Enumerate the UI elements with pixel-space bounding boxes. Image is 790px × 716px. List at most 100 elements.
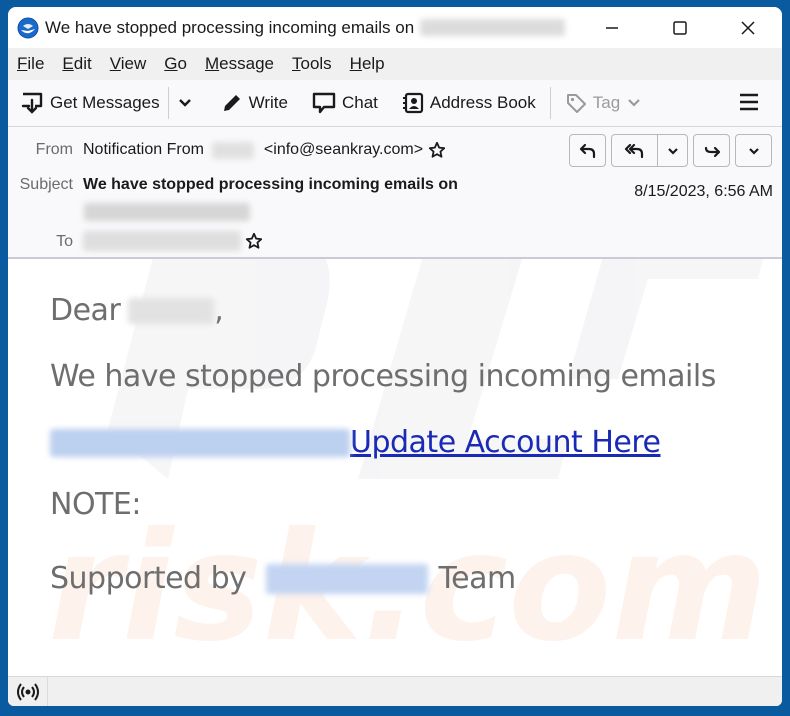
signature-line: Supported by Team [50, 561, 516, 596]
menu-view[interactable]: View [110, 54, 147, 74]
tag-label: Tag [592, 93, 621, 112]
message-body: risk.com Dear , We have stopped processi… [8, 259, 782, 676]
subject-text: We have stopped processing incoming emai… [83, 176, 458, 194]
message-line: We have stopped processing incoming emai… [50, 359, 716, 394]
reply-all-icon [624, 143, 643, 158]
reply-all-dropdown[interactable] [658, 135, 687, 166]
menu-edit-accel: E [62, 54, 74, 73]
get-messages-button[interactable]: Get Messages [20, 85, 160, 121]
note-text: NOTE: [50, 487, 141, 522]
email-window: We have stopped processing incoming emai… [8, 7, 782, 706]
address-book-icon [402, 92, 423, 114]
greeting-text: Dear [50, 293, 121, 328]
subject-value: We have stopped processing incoming emai… [83, 176, 458, 193]
from-name: Notification From [83, 141, 204, 158]
get-messages-dropdown[interactable] [177, 85, 199, 121]
menu-go-label: o [177, 54, 187, 73]
menu-file[interactable]: File [17, 54, 44, 74]
menu-view-accel: V [109, 54, 121, 73]
to-field[interactable] [83, 231, 263, 251]
star-icon[interactable] [428, 141, 446, 159]
toolbar-separator [167, 87, 169, 119]
reply-icon [579, 143, 595, 158]
close-button[interactable] [714, 7, 782, 48]
menu-message-accel: M [204, 54, 220, 73]
menu-go-accel: G [164, 54, 178, 73]
from-label: From [35, 141, 73, 158]
link-line: Update Account Here [50, 425, 661, 460]
chat-label: Chat [341, 93, 378, 112]
close-icon [741, 20, 755, 35]
star-icon[interactable] [245, 232, 263, 250]
message-actions [564, 134, 772, 167]
message-text: We have stopped processing incoming emai… [50, 359, 716, 394]
menu-file-label: ile [27, 54, 45, 73]
window-title: We have stopped processing incoming emai… [45, 17, 415, 37]
message-header: From Notification From <info@seankray.co… [8, 127, 782, 259]
menu-file-accel: F [17, 54, 28, 73]
redacted-domain-link [50, 428, 350, 457]
menu-view-label: iew [120, 54, 147, 73]
broadcast-icon [16, 682, 39, 701]
tag-icon [566, 94, 586, 113]
write-button[interactable]: Write [221, 85, 288, 121]
redacted-title-domain [420, 19, 566, 36]
get-messages-label: Get Messages [50, 93, 160, 112]
message-date: 8/15/2023, 6:56 AM [634, 183, 773, 200]
online-status-button[interactable] [8, 676, 48, 706]
redacted-subject-domain [84, 203, 250, 221]
chat-icon [312, 92, 336, 114]
menu-help-accel: H [349, 54, 362, 73]
signature-suffix: Team [438, 561, 516, 596]
subject-label: Subject [19, 176, 73, 193]
maximize-button[interactable] [646, 7, 714, 48]
signature-prefix: Supported by [50, 561, 247, 596]
menu-edit-label: dit [73, 54, 92, 73]
redacted-recipient [83, 231, 241, 251]
menu-edit[interactable]: Edit [62, 54, 91, 74]
redacted-sender-name [211, 141, 254, 159]
toolbar-separator [549, 87, 551, 119]
redacted-recipient-name [128, 297, 215, 324]
update-account-link[interactable]: Update Account Here [350, 425, 661, 460]
address-book-button[interactable]: Address Book [402, 85, 536, 121]
status-bar [8, 676, 782, 706]
redacted-company-domain [266, 563, 429, 594]
tag-button[interactable]: Tag [565, 85, 648, 121]
menu-tools[interactable]: Tools [292, 54, 332, 74]
pencil-icon [223, 95, 240, 111]
maximize-icon [673, 20, 687, 35]
reply-all-button[interactable] [612, 135, 658, 166]
menu-help[interactable]: Help [350, 54, 385, 74]
reply-button[interactable] [569, 134, 606, 167]
app-menu-button[interactable] [738, 92, 760, 117]
address-book-label: Address Book [429, 93, 536, 112]
menu-help-label: elp [361, 54, 385, 73]
from-email: <info@seankray.com> [263, 141, 424, 158]
forward-button[interactable] [693, 134, 730, 167]
greeting-line: Dear , [50, 293, 224, 328]
note-line: NOTE: [50, 487, 141, 522]
thunderbird-logo-icon [17, 17, 39, 38]
from-field[interactable]: Notification From <info@seankray.com> [83, 141, 446, 159]
main-toolbar: Get Messages Write Chat Address Book Tag [8, 80, 782, 127]
minimize-button[interactable] [578, 7, 646, 48]
chevron-down-icon [667, 147, 678, 155]
more-actions-button[interactable] [735, 134, 772, 167]
hamburger-menu-icon [740, 93, 758, 111]
menu-message-label: essage [219, 54, 274, 73]
minimize-icon [606, 26, 618, 29]
write-label: Write [248, 93, 288, 112]
get-messages-icon [21, 92, 43, 114]
menu-go[interactable]: Go [164, 54, 187, 74]
title-bar: We have stopped processing incoming emai… [8, 7, 782, 48]
chevron-down-icon [178, 99, 191, 107]
menu-message[interactable]: Message [205, 54, 274, 74]
chat-button[interactable]: Chat [312, 85, 378, 121]
window-controls [578, 7, 782, 48]
menu-tools-label: ools [300, 54, 332, 73]
to-label: To [56, 233, 73, 250]
forward-icon [704, 146, 720, 157]
greeting-comma: , [214, 293, 224, 328]
chevron-down-icon [628, 99, 640, 107]
